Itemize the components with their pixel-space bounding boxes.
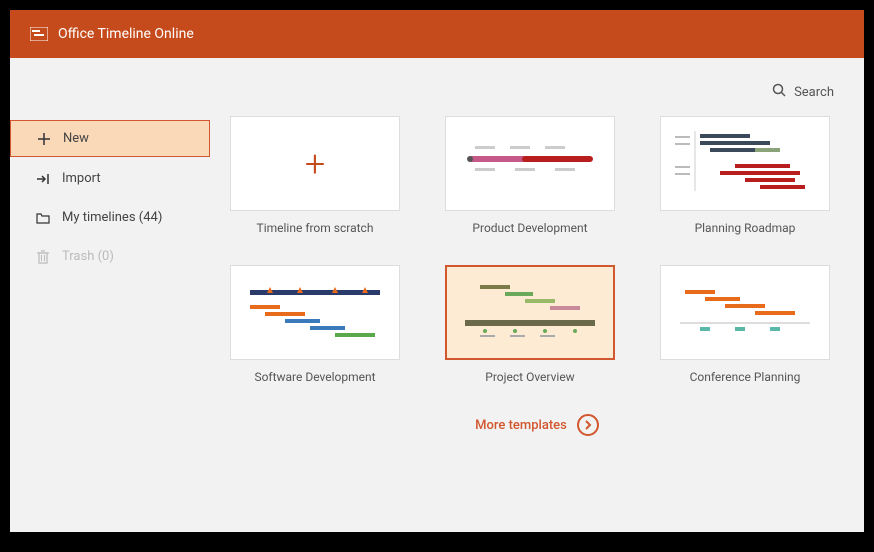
import-icon [34,172,52,186]
template-thumb [445,265,615,360]
template-label: Software Development [254,370,375,384]
template-project-overview[interactable]: Project Overview [445,265,615,384]
sidebar-item-label: Trash (0) [62,249,114,264]
template-thumb [230,265,400,360]
main-area: New Import My timelines (44) [10,116,864,532]
trash-icon [34,250,52,264]
template-timeline-from-scratch[interactable]: + Timeline from scratch [230,116,400,235]
template-thumb [660,265,830,360]
template-grid: + Timeline from scratch [230,116,844,384]
more-templates-link[interactable]: More templates [230,414,844,436]
sidebar-item-label: New [63,131,89,146]
sidebar-item-label: My timelines (44) [62,210,162,225]
sidebar: New Import My timelines (44) [10,116,210,532]
content-area: Search New Import [10,58,864,532]
template-label: Planning Roadmap [695,221,796,235]
template-label: Conference Planning [690,370,801,384]
header-bar: Office Timeline Online [10,10,864,58]
template-thumb: + [230,116,400,211]
search-label: Search [794,85,834,100]
search-control[interactable]: Search [10,58,864,116]
search-icon [772,83,786,101]
template-conference-planning[interactable]: Conference Planning [660,265,830,384]
template-thumb [445,116,615,211]
sidebar-item-trash[interactable]: Trash (0) [10,239,210,274]
chevron-right-icon [577,414,599,436]
app-title: Office Timeline Online [58,26,194,42]
plus-icon [35,132,53,146]
template-product-development[interactable]: Product Development [445,116,615,235]
sidebar-item-my-timelines[interactable]: My timelines (44) [10,200,210,235]
app-frame: Office Timeline Online Search New [10,10,864,532]
template-label: Product Development [472,221,587,235]
plus-large-icon: + [305,143,325,185]
template-planning-roadmap[interactable]: Planning Roadmap [660,116,830,235]
template-label: Timeline from scratch [257,221,374,235]
more-templates-label: More templates [475,418,567,433]
templates-area: + Timeline from scratch [210,116,864,532]
app-logo-icon [30,27,48,41]
sidebar-item-label: Import [62,171,101,186]
folder-icon [34,212,52,224]
template-software-development[interactable]: Software Development [230,265,400,384]
template-label: Project Overview [485,370,574,384]
sidebar-item-new[interactable]: New [10,120,210,157]
template-thumb [660,116,830,211]
sidebar-item-import[interactable]: Import [10,161,210,196]
